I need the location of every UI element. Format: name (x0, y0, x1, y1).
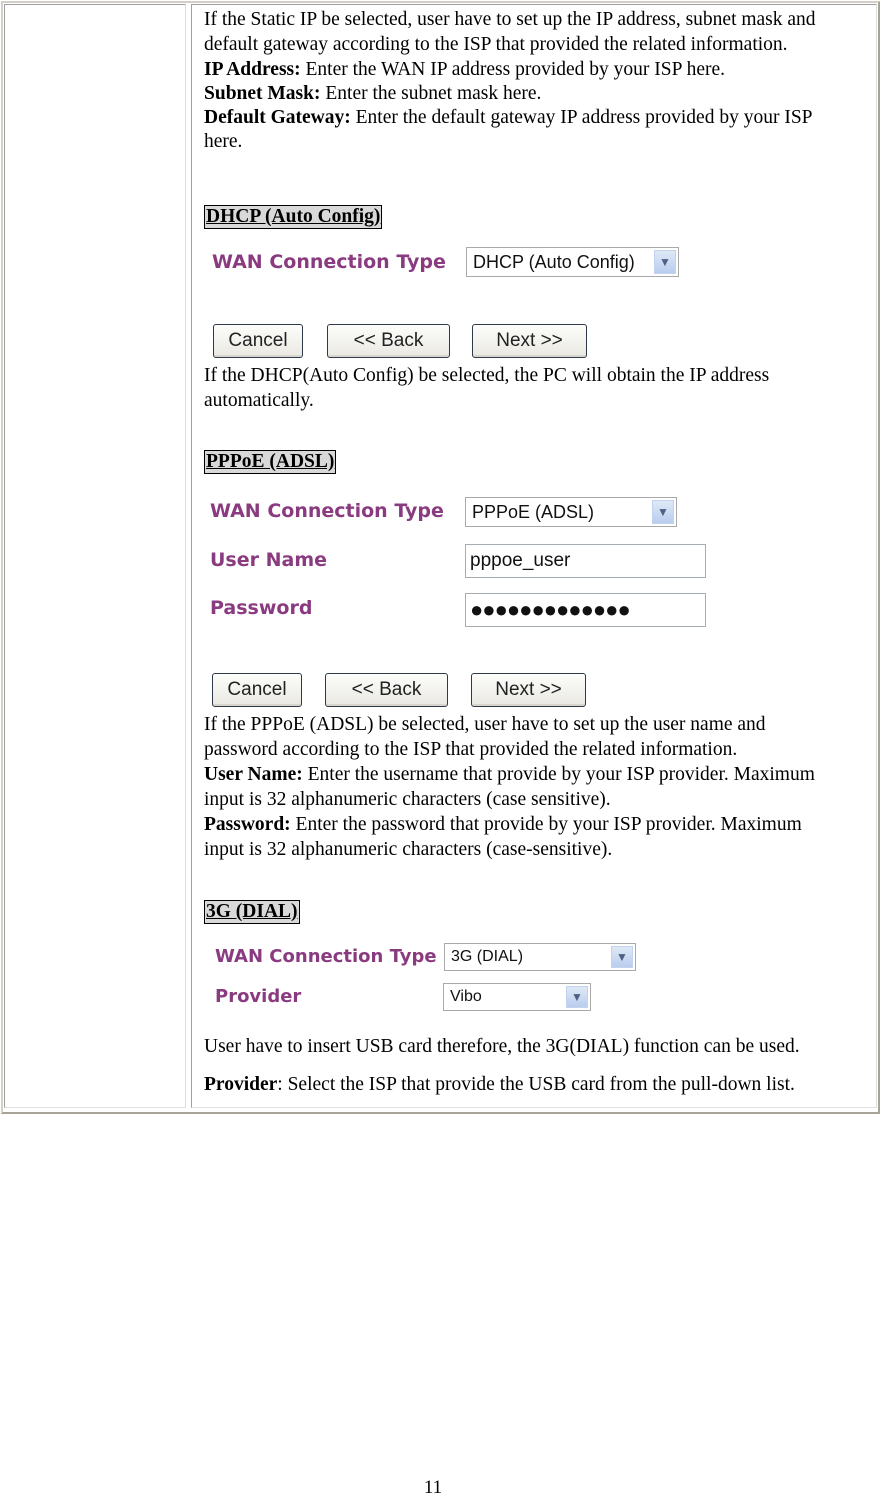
dhcp-next-button[interactable]: Next >> (472, 324, 587, 358)
ip-address-term: IP Address: (204, 59, 301, 80)
dhcp-heading: DHCP (Auto Config) (204, 205, 383, 229)
chevron-down-icon: ▼ (654, 250, 676, 274)
username-term: User Name: (204, 764, 303, 785)
pppoe-cancel-button[interactable]: Cancel (212, 673, 302, 707)
password-desc-2: input is 32 alphanumeric characters (cas… (204, 839, 613, 860)
pppoe-wan-value: PPPoE (ADSL) (472, 502, 595, 522)
subnet-mask-desc: Subnet Mask: Enter the subnet mask here. (204, 82, 541, 107)
3g-provider-label: Provider (215, 986, 302, 1007)
provider-desc: Provider: Select the ISP that provide th… (204, 1073, 795, 1098)
3g-heading: 3G (DIAL) (204, 900, 300, 924)
gateway-desc: Default Gateway: Enter the default gatew… (204, 106, 813, 131)
dhcp-desc-2: automatically. (204, 390, 314, 411)
3g-desc: User have to insert USB card therefore, … (204, 1036, 800, 1057)
3g-provider-select[interactable]: Vibo ▼ (443, 983, 591, 1011)
3g-wan-label: WAN Connection Type (215, 946, 437, 967)
pppoe-next-button[interactable]: Next >> (471, 673, 586, 707)
dhcp-cancel-button[interactable]: Cancel (213, 324, 303, 358)
pppoe-heading: PPPoE (ADSL) (204, 450, 337, 474)
3g-wan-select[interactable]: 3G (DIAL) ▼ (444, 943, 636, 971)
static-ip-intro-2: default gateway according to the ISP tha… (204, 34, 788, 55)
ip-address-desc: IP Address: Enter the WAN IP address pro… (204, 58, 725, 83)
subnet-mask-text: Enter the subnet mask here. (320, 83, 542, 104)
username-desc: User Name: Enter the username that provi… (204, 763, 815, 788)
gateway-desc-2: here. (204, 131, 243, 152)
chevron-down-icon: ▼ (611, 946, 633, 968)
username-text: Enter the username that provide by your … (302, 764, 815, 785)
static-ip-intro-1: If the Static IP be selected, user have … (204, 9, 816, 30)
dhcp-back-button[interactable]: << Back (327, 324, 450, 358)
provider-text: : Select the ISP that provide the USB ca… (277, 1074, 795, 1095)
gateway-text: Enter the default gateway IP address pro… (350, 107, 813, 128)
3g-provider-value: Vibo (450, 988, 482, 1005)
pppoe-password-input[interactable]: ●●●●●●●●●●●●● (465, 593, 706, 627)
username-desc-2: input is 32 alphanumeric characters (cas… (204, 789, 611, 810)
chevron-down-icon: ▼ (566, 986, 588, 1008)
pppoe-wan-label: WAN Connection Type (210, 500, 444, 522)
password-desc: Password: Enter the password that provid… (204, 813, 802, 838)
pppoe-password-label: Password (210, 597, 313, 619)
pppoe-desc-2: password according to the ISP that provi… (204, 739, 738, 760)
pppoe-back-button[interactable]: << Back (325, 673, 448, 707)
chevron-down-icon: ▼ (652, 500, 674, 524)
subnet-mask-term: Subnet Mask: (204, 83, 321, 104)
dhcp-desc-1: If the DHCP(Auto Config) be selected, th… (204, 365, 770, 386)
provider-term: Provider (204, 1074, 278, 1095)
dhcp-wan-label: WAN Connection Type (212, 251, 446, 273)
ip-address-text: Enter the WAN IP address provided by you… (300, 59, 726, 80)
pppoe-username-input[interactable]: pppoe_user (465, 544, 706, 578)
pppoe-username-label: User Name (210, 549, 328, 571)
gateway-term: Default Gateway: (204, 107, 351, 128)
dhcp-wan-select[interactable]: DHCP (Auto Config) ▼ (466, 247, 679, 277)
pppoe-desc-1: If the PPPoE (ADSL) be selected, user ha… (204, 714, 766, 735)
3g-wan-value: 3G (DIAL) (451, 948, 524, 965)
pppoe-wan-select[interactable]: PPPoE (ADSL) ▼ (465, 497, 677, 527)
dhcp-wan-value: DHCP (Auto Config) (473, 252, 635, 272)
table-cell-left (4, 4, 186, 1108)
password-text: Enter the password that provide by your … (290, 814, 802, 835)
password-term: Password: (204, 814, 291, 835)
